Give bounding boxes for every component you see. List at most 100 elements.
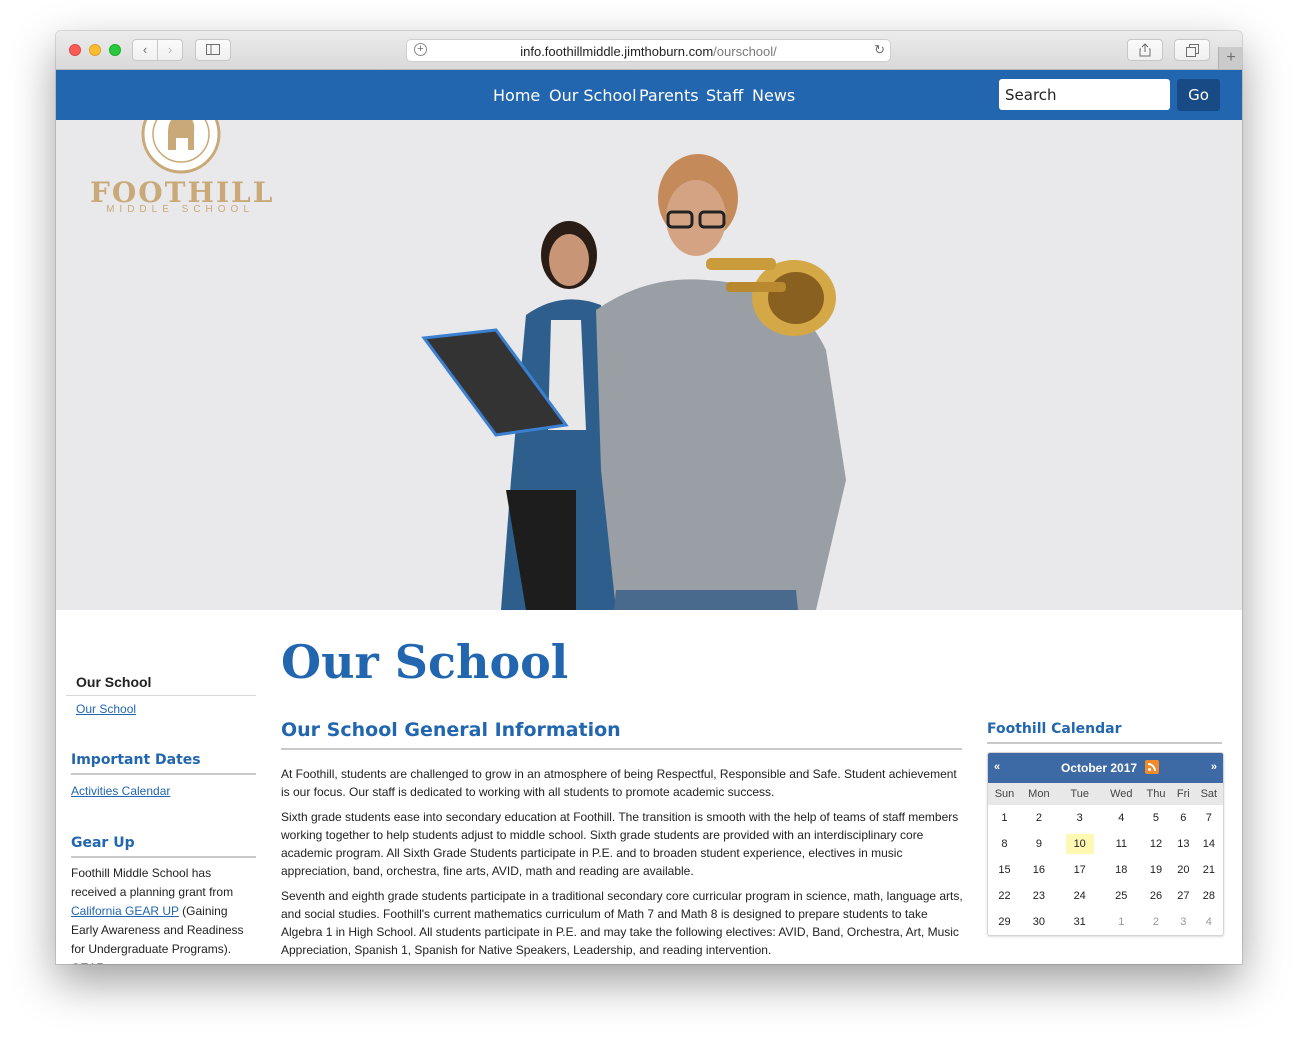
important-dates-heading: Important Dates	[71, 752, 256, 775]
calendar-day[interactable]: 7	[1195, 805, 1223, 831]
address-bar[interactable]: + info.foothillmiddle.jimthoburn.com/our…	[406, 39, 891, 62]
share-button[interactable]	[1127, 39, 1163, 61]
forward-button[interactable]: ›	[157, 39, 183, 61]
search-go-button[interactable]: Go	[1177, 79, 1220, 111]
hero-banner: FOOTHILL MIDDLE SCHOOL	[56, 120, 1242, 610]
calendar-days: 1 2 3 4 5 6 7 8 9 10 11 12 13 14 15 16 1…	[988, 805, 1223, 935]
calendar-day[interactable]: 22	[988, 883, 1021, 909]
new-tab-button[interactable]: +	[1218, 47, 1242, 69]
nav-news[interactable]: News	[752, 86, 795, 105]
gear-up-text: Foothill Middle School has received a pl…	[71, 864, 256, 964]
calendar-week: 29 30 31 1 2 3 4	[988, 909, 1223, 935]
minimize-window-button[interactable]	[89, 44, 101, 56]
weekday-row: Sun Mon Tue Wed Thu Fri Sat	[988, 783, 1223, 805]
chevron-right-icon: ›	[167, 42, 173, 57]
sidebar-section-nav: Our School Our School	[66, 671, 256, 718]
weekday-label: Mon	[1020, 783, 1057, 805]
browser-window: ‹ › + info.foothillmiddle.jimthoburn.com…	[56, 31, 1242, 964]
calendar-day-today[interactable]: 10	[1057, 831, 1103, 857]
intro-paragraph: At Foothill, students are challenged to …	[281, 767, 957, 799]
calendar-day[interactable]: 16	[1021, 857, 1057, 883]
calendar-day[interactable]: 4	[1103, 805, 1140, 831]
share-icon	[1139, 43, 1151, 57]
nav-parents[interactable]: Parents	[639, 86, 699, 105]
nav-our-school[interactable]: Our School	[549, 86, 637, 105]
rss-feed-icon[interactable]	[1145, 760, 1159, 774]
activities-calendar-link[interactable]: Activities Calendar	[71, 784, 170, 798]
weekday-label: Sat	[1194, 783, 1223, 805]
calendar-week: 15 16 17 18 19 20 21	[988, 857, 1223, 883]
students-photo	[421, 154, 846, 610]
url-host: info.foothillmiddle.jimthoburn.com	[520, 44, 714, 59]
url-text: info.foothillmiddle.jimthoburn.com/oursc…	[407, 44, 890, 59]
search-input[interactable]	[999, 79, 1170, 110]
sidebar-icon	[206, 44, 220, 55]
chevron-left-icon: ‹	[142, 42, 148, 57]
calendar-day[interactable]: 5	[1140, 805, 1172, 831]
calendar-prev-button[interactable]: «	[994, 761, 1000, 773]
calendar-grid: Sun Mon Tue Wed Thu Fri Sat 1 2 3 4 5 6	[988, 783, 1223, 935]
california-gear-up-link[interactable]: California GEAR UP	[71, 904, 179, 918]
section-heading: Our School General Information	[281, 719, 962, 750]
calendar-day[interactable]: 6	[1172, 805, 1195, 831]
calendar-day-next-month[interactable]: 3	[1172, 909, 1195, 935]
calendar-day[interactable]: 23	[1021, 883, 1057, 909]
calendar-day[interactable]: 30	[1021, 909, 1057, 935]
calendar-widget: « October 2017 » Sun Mon Tue Wed Thu Fri…	[987, 752, 1224, 936]
calendar-day[interactable]: 13	[1172, 831, 1195, 857]
zoom-window-button[interactable]	[109, 44, 121, 56]
sidebar-nav-heading: Our School	[66, 671, 256, 696]
calendar-next-button[interactable]: »	[1211, 761, 1217, 773]
calendar-day[interactable]: 11	[1103, 831, 1140, 857]
calendar-day[interactable]: 21	[1195, 857, 1223, 883]
url-path: /ourschool/	[713, 44, 777, 59]
browser-toolbar: ‹ › + info.foothillmiddle.jimthoburn.com…	[56, 31, 1242, 70]
sidebar-link-our-school[interactable]: Our School	[76, 702, 136, 716]
calendar-day[interactable]: 20	[1172, 857, 1195, 883]
calendar-day[interactable]: 25	[1103, 883, 1140, 909]
plus-icon: +	[1226, 49, 1236, 66]
calendar-day[interactable]: 14	[1195, 831, 1223, 857]
calendar-heading: Foothill Calendar	[987, 721, 1222, 744]
calendar-day-next-month[interactable]: 2	[1140, 909, 1172, 935]
tabs-icon	[1185, 44, 1199, 57]
weekday-label: Tue	[1056, 783, 1103, 805]
calendar-week: 22 23 24 25 26 27 28	[988, 883, 1223, 909]
calendar-day[interactable]: 17	[1057, 857, 1103, 883]
nav-staff[interactable]: Staff	[706, 86, 743, 105]
weekday-label: Sun	[988, 783, 1021, 805]
close-window-button[interactable]	[69, 44, 81, 56]
calendar-day[interactable]: 8	[988, 831, 1021, 857]
calendar-day[interactable]: 3	[1057, 805, 1103, 831]
calendar-day[interactable]: 24	[1057, 883, 1103, 909]
page-title: Our School	[281, 635, 569, 689]
reload-icon[interactable]: ↻	[874, 42, 885, 58]
calendar-day[interactable]: 29	[988, 909, 1021, 935]
calendar-day[interactable]: 1	[988, 805, 1021, 831]
calendar-day[interactable]: 28	[1195, 883, 1223, 909]
calendar-day[interactable]: 15	[988, 857, 1021, 883]
calendar-header: « October 2017 »	[988, 753, 1223, 783]
calendar-week: 1 2 3 4 5 6 7	[988, 805, 1223, 831]
weekday-label: Thu	[1139, 783, 1172, 805]
calendar-day[interactable]: 26	[1140, 883, 1172, 909]
calendar-day-next-month[interactable]: 4	[1195, 909, 1223, 935]
weekday-label: Fri	[1172, 783, 1195, 805]
calendar-day[interactable]: 2	[1021, 805, 1057, 831]
calendar-day-next-month[interactable]: 1	[1103, 909, 1140, 935]
tab-overview-button[interactable]	[1174, 39, 1210, 61]
calendar-day[interactable]: 27	[1172, 883, 1195, 909]
calendar-day[interactable]: 31	[1057, 909, 1103, 935]
back-button[interactable]: ‹	[132, 39, 158, 61]
calendar-day[interactable]: 12	[1140, 831, 1172, 857]
site-navbar: Home Our School Parents Staff News Go	[56, 70, 1242, 120]
sidebar-toggle-button[interactable]	[195, 39, 231, 61]
gear-up-text-before: Foothill Middle School has received a pl…	[71, 866, 234, 899]
calendar-day[interactable]: 18	[1103, 857, 1140, 883]
calendar-day[interactable]: 9	[1021, 831, 1057, 857]
today-day-label: 10	[1065, 834, 1094, 854]
calendar-day[interactable]: 19	[1140, 857, 1172, 883]
nav-home[interactable]: Home	[493, 86, 540, 105]
gear-up-heading: Gear Up	[71, 835, 256, 858]
calendar-month-title: October 2017	[1061, 761, 1138, 775]
